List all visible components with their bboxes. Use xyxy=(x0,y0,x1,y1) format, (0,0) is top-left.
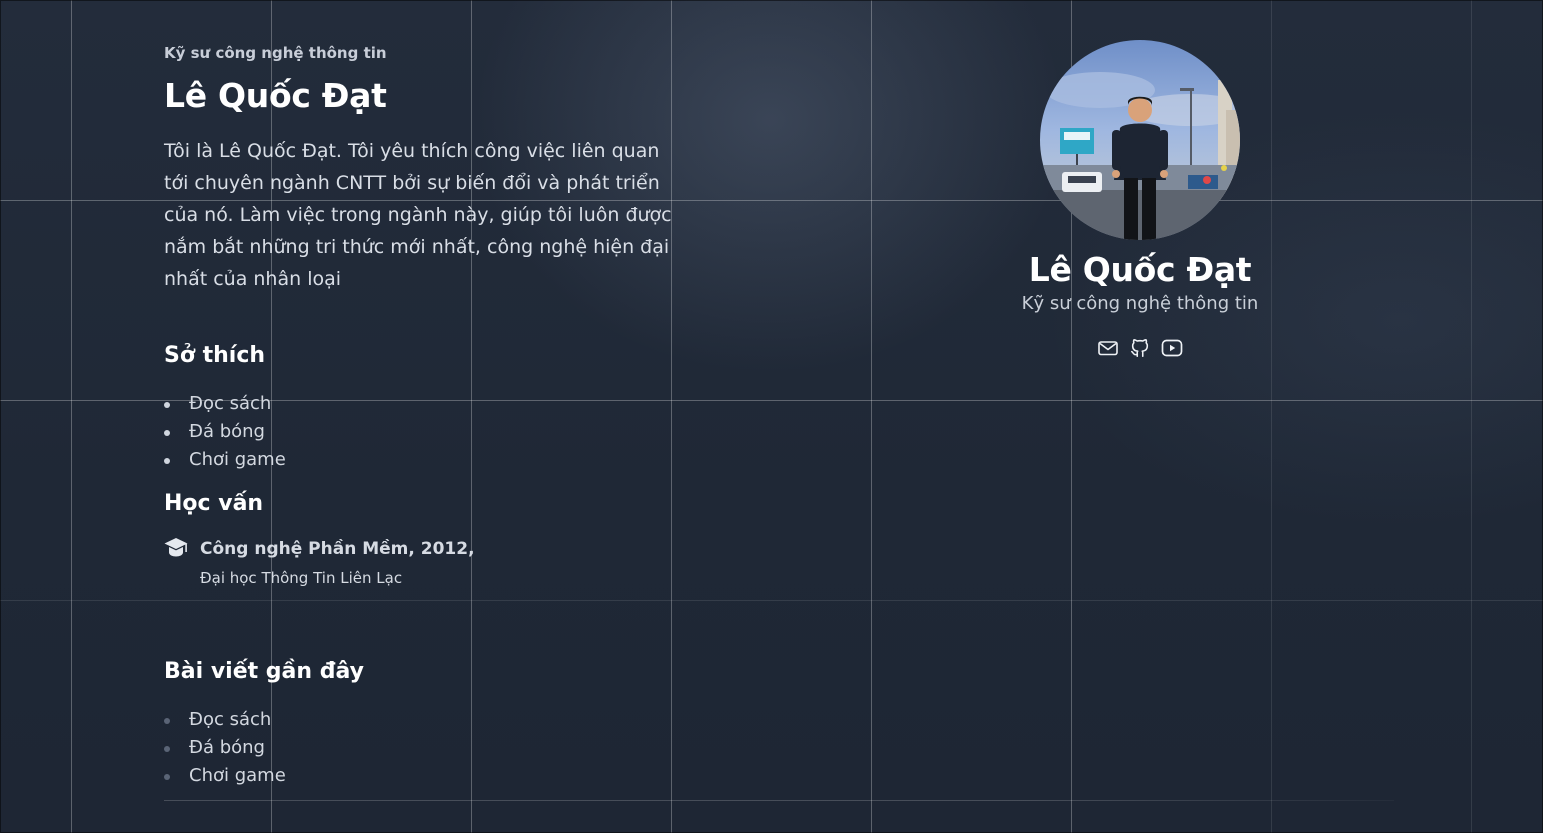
post-link[interactable]: Đọc sách xyxy=(164,706,286,734)
hobbies-heading: Sở thích xyxy=(164,343,266,368)
page: Kỹ sư công nghệ thông tin Lê Quốc Đạt Tô… xyxy=(0,0,1543,833)
youtube-icon[interactable] xyxy=(1161,337,1183,359)
avatar xyxy=(1040,40,1240,240)
post-link[interactable]: Đá bóng xyxy=(164,734,286,762)
education-heading: Học vấn xyxy=(164,491,264,516)
list-item: Chơi game xyxy=(164,446,286,474)
mail-icon[interactable] xyxy=(1097,337,1119,359)
page-title: Lê Quốc Đạt xyxy=(164,76,387,115)
post-link[interactable]: Chơi game xyxy=(164,762,286,790)
list-item: Đọc sách xyxy=(164,390,286,418)
github-icon[interactable] xyxy=(1129,337,1151,359)
divider xyxy=(164,800,1394,801)
education-school: Đại học Thông Tin Liên Lạc xyxy=(200,569,403,587)
profile-name: Lê Quốc Đạt xyxy=(1028,250,1252,289)
profile-role: Kỹ sư công nghệ thông tin xyxy=(1021,293,1259,314)
education-degree: Công nghệ Phần Mềm, 2012, xyxy=(200,539,475,559)
graduation-cap-icon xyxy=(164,537,188,559)
intro-section: Kỹ sư công nghệ thông tin Lê Quốc Đạt Tô… xyxy=(164,44,684,295)
recent-posts-list: Đọc sách Đá bóng Chơi game xyxy=(164,706,286,790)
social-links xyxy=(1095,337,1185,361)
about-text: Tôi là Lê Quốc Đạt. Tôi yêu thích công v… xyxy=(164,140,672,290)
hobbies-list: Đọc sách Đá bóng Chơi game xyxy=(164,390,286,474)
job-title-kicker: Kỹ sư công nghệ thông tin xyxy=(164,44,387,62)
recent-posts-heading: Bài viết gần đây xyxy=(164,659,364,684)
list-item: Đá bóng xyxy=(164,418,286,446)
